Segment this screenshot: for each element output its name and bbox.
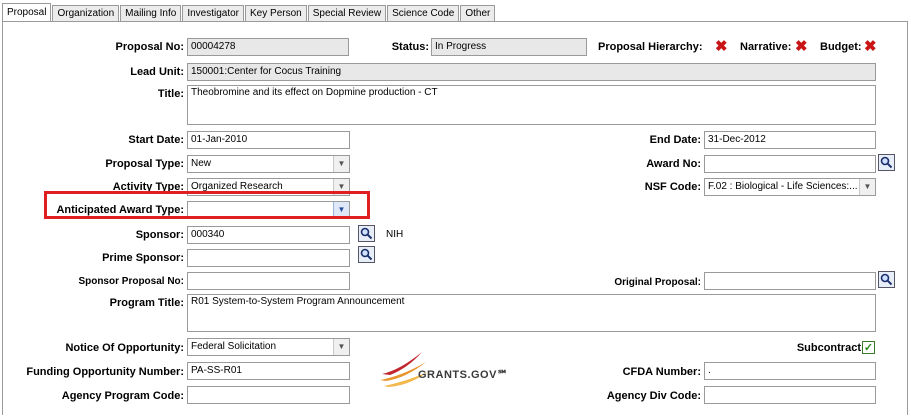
notice-of-opportunity-select[interactable]: Federal Solicitation ▼ bbox=[187, 338, 350, 356]
notice-of-opportunity-label: Notice Of Opportunity: bbox=[65, 342, 184, 354]
award-no-label: Award No: bbox=[646, 158, 701, 170]
start-date-label: Start Date: bbox=[128, 134, 184, 146]
cfda-number-label: CFDA Number: bbox=[622, 366, 701, 378]
magnifier-icon bbox=[880, 156, 893, 169]
tab-special-review[interactable]: Special Review bbox=[307, 5, 387, 22]
anticipated-award-type-label: Anticipated Award Type: bbox=[56, 204, 184, 216]
tab-key-person[interactable]: Key Person bbox=[245, 5, 307, 22]
magnifier-icon bbox=[880, 273, 893, 286]
narrative-label: Narrative: bbox=[740, 41, 792, 53]
title-label: Title: bbox=[157, 88, 184, 100]
status-field: In Progress bbox=[431, 38, 587, 56]
award-no-field[interactable] bbox=[704, 155, 876, 173]
magnifier-icon bbox=[360, 248, 373, 261]
award-no-lookup-button[interactable] bbox=[878, 154, 895, 171]
prime-sponsor-field[interactable] bbox=[187, 249, 350, 267]
tab-investigator[interactable]: Investigator bbox=[182, 5, 245, 22]
sponsor-label: Sponsor: bbox=[135, 229, 184, 241]
budget-label: Budget: bbox=[820, 41, 862, 53]
end-date-label: End Date: bbox=[649, 134, 701, 146]
funding-opportunity-number-field[interactable]: PA-SS-R01 bbox=[187, 362, 350, 380]
proposal-type-select[interactable]: New ▼ bbox=[187, 155, 350, 173]
subcontract-checkbox[interactable]: ✓ bbox=[862, 341, 875, 354]
grants-gov-logo-text: GRANTS.GOV℠ bbox=[418, 369, 509, 381]
nsf-code-label: NSF Code: bbox=[644, 181, 701, 193]
title-textarea[interactable]: Theobromine and its effect on Dopmine pr… bbox=[187, 85, 876, 125]
nsf-code-value: F.02 : Biological - Life Sciences:... bbox=[708, 181, 858, 192]
tab-science-code[interactable]: Science Code bbox=[387, 5, 460, 22]
agency-div-code-field[interactable] bbox=[704, 386, 876, 404]
agency-program-code-field[interactable] bbox=[187, 386, 350, 404]
sponsor-proposal-no-label: Sponsor Proposal No: bbox=[78, 276, 184, 287]
chevron-down-icon: ▼ bbox=[333, 179, 349, 195]
original-proposal-label: Original Proposal: bbox=[614, 277, 701, 288]
subcontract-label: Subcontract bbox=[796, 342, 861, 354]
sponsor-proposal-no-field[interactable] bbox=[187, 272, 350, 290]
tab-mailing-info[interactable]: Mailing Info bbox=[120, 5, 182, 22]
narrative-x-icon: ✖ bbox=[795, 38, 808, 55]
tab-organization[interactable]: Organization bbox=[52, 5, 120, 22]
cfda-number-field[interactable]: . bbox=[704, 362, 876, 380]
sponsor-field[interactable]: 000340 bbox=[187, 226, 350, 244]
prime-sponsor-lookup-button[interactable] bbox=[358, 246, 375, 263]
chevron-down-icon: ▼ bbox=[859, 179, 875, 195]
lead-unit-field: 150001:Center for Cocus Training bbox=[187, 63, 876, 81]
grants-gov-logo: GRANTS.GOV℠ bbox=[378, 346, 528, 390]
chevron-down-icon: ▼ bbox=[333, 156, 349, 172]
agency-program-code-label: Agency Program Code: bbox=[61, 390, 184, 402]
proposal-type-label: Proposal Type: bbox=[105, 158, 184, 170]
tab-other[interactable]: Other bbox=[460, 5, 496, 22]
sponsor-name: NIH bbox=[386, 229, 404, 240]
chevron-down-icon: ▼ bbox=[333, 202, 349, 218]
program-title-label: Program Title: bbox=[109, 297, 184, 309]
nsf-code-select[interactable]: F.02 : Biological - Life Sciences:... ▼ bbox=[704, 178, 876, 196]
sponsor-lookup-button[interactable] bbox=[358, 225, 375, 242]
original-proposal-field[interactable] bbox=[704, 272, 876, 290]
activity-type-select[interactable]: Organized Research ▼ bbox=[187, 178, 350, 196]
hierarchy-x-icon: ✖ bbox=[715, 38, 728, 55]
magnifier-icon bbox=[360, 227, 373, 240]
prime-sponsor-label: Prime Sponsor: bbox=[102, 252, 184, 264]
notice-of-opportunity-value: Federal Solicitation bbox=[191, 341, 277, 352]
checkmark-icon: ✓ bbox=[863, 342, 874, 354]
original-proposal-lookup-button[interactable] bbox=[878, 271, 895, 288]
chevron-down-icon: ▼ bbox=[333, 339, 349, 355]
start-date-field[interactable]: 01-Jan-2010 bbox=[187, 131, 350, 149]
agency-div-code-label: Agency Div Code: bbox=[606, 390, 701, 402]
budget-x-icon: ✖ bbox=[864, 38, 877, 55]
end-date-field[interactable]: 31-Dec-2012 bbox=[704, 131, 876, 149]
proposal-type-value: New bbox=[191, 158, 212, 169]
proposal-no-field: 00004278 bbox=[187, 38, 349, 56]
funding-opportunity-number-label: Funding Opportunity Number: bbox=[26, 366, 184, 378]
proposal-no-label: Proposal No: bbox=[115, 41, 184, 53]
status-label: Status: bbox=[391, 41, 429, 53]
tab-proposal[interactable]: Proposal bbox=[2, 3, 52, 23]
anticipated-award-type-select[interactable]: ▼ bbox=[187, 201, 350, 219]
lead-unit-label: Lead Unit: bbox=[130, 66, 184, 78]
proposal-hierarchy-label: Proposal Hierarchy: bbox=[598, 41, 703, 53]
tab-bar: Proposal Organization Mailing Info Inves… bbox=[0, 0, 911, 23]
activity-type-label: Activity Type: bbox=[112, 181, 184, 193]
activity-type-value: Organized Research bbox=[191, 181, 283, 192]
program-title-textarea[interactable]: R01 System-to-System Program Announcemen… bbox=[187, 294, 876, 332]
